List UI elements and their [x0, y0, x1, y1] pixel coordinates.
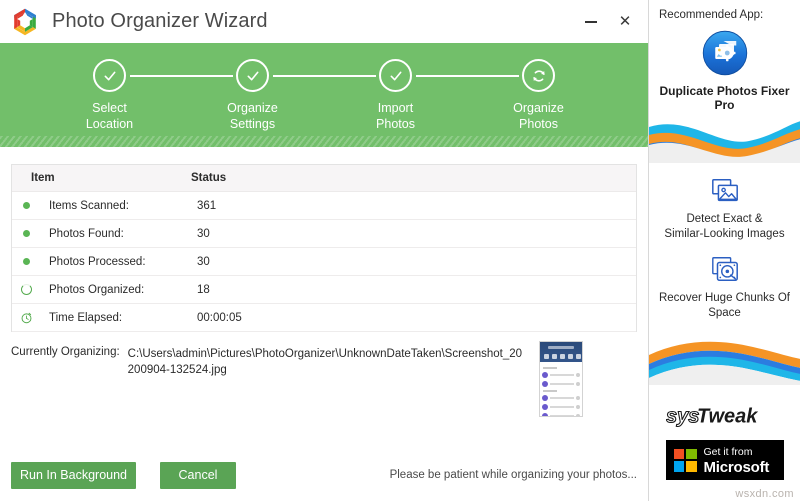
- step-1-label: Select Location: [85, 101, 134, 131]
- window-controls: ✕: [576, 0, 640, 43]
- svg-text:sys: sys: [666, 406, 699, 428]
- row-status-value: 18: [197, 283, 210, 296]
- badge-line-2: Microsoft: [703, 459, 770, 476]
- close-button[interactable]: ✕: [610, 8, 640, 36]
- badge-line-1: Get it from: [703, 446, 753, 459]
- green-dot-icon: [17, 230, 36, 237]
- table-header-row: Item Status: [12, 165, 636, 192]
- sidebar-heading: Recommended App:: [659, 9, 764, 21]
- check-icon: [104, 71, 115, 80]
- step-2-label: Organize Settings: [227, 101, 278, 131]
- status-table: Item Status Items Scanned: 361 Photos Fo…: [11, 164, 637, 332]
- footer-bar: Run In Background Cancel Please be patie…: [0, 449, 648, 501]
- step-4-label: Organize Photos: [513, 101, 564, 131]
- run-in-background-button[interactable]: Run In Background: [11, 461, 136, 489]
- duplicate-photos-fixer-icon[interactable]: [701, 29, 749, 77]
- svg-text:Tweak: Tweak: [697, 406, 758, 428]
- row-status-value: 361: [197, 199, 217, 212]
- step-organize-photos[interactable]: Organize Photos: [467, 43, 610, 147]
- table-row: Time Elapsed: 00:00:05: [12, 304, 636, 332]
- row-status-value: 30: [197, 227, 210, 240]
- thumbnail-app-header: [540, 342, 582, 362]
- images-stack-icon: [710, 175, 740, 205]
- cancel-button[interactable]: Cancel: [160, 461, 236, 489]
- photo-organizer-main-window: Photo Organizer Wizard ✕ Select Location…: [0, 0, 648, 501]
- feature-detect-images-label: Detect Exact & Similar-Looking Images: [664, 213, 785, 240]
- row-status-value: 30: [197, 255, 210, 268]
- row-item-label: Items Scanned:: [49, 199, 129, 212]
- step-3-circle: [379, 59, 412, 92]
- get-it-from-microsoft-badge[interactable]: Get it from Microsoft: [665, 440, 784, 480]
- step-import-photos[interactable]: Import Photos: [324, 43, 519, 147]
- green-dot-icon: [17, 202, 36, 209]
- row-item-label: Photos Found:: [49, 227, 124, 240]
- feature-detect-images: Detect Exact & Similar-Looking Images: [649, 175, 800, 242]
- application-window: Photo Organizer Wizard ✕ Select Location…: [0, 0, 800, 501]
- systweak-hexagon-logo-icon: [10, 7, 40, 37]
- window-title: Photo Organizer Wizard: [52, 10, 268, 32]
- step-organize-settings[interactable]: Organize Settings: [181, 43, 376, 147]
- feature-recover-space-label: Recover Huge Chunks Of Space: [658, 292, 791, 319]
- hard-drive-icon: [710, 254, 740, 284]
- column-header-item: Item: [31, 172, 55, 184]
- recommended-app-name: Duplicate Photos Fixer Pro: [659, 84, 790, 112]
- currently-organizing-label: Currently Organizing:: [11, 346, 120, 358]
- minimize-icon: [585, 20, 597, 23]
- green-dot-icon: [17, 258, 36, 265]
- check-icon: [247, 71, 258, 80]
- title-bar: Photo Organizer Wizard ✕: [0, 0, 648, 43]
- currently-organizing-section: Currently Organizing: C:\Users\admin\Pic…: [11, 341, 637, 417]
- row-item-label: Photos Organized:: [49, 283, 145, 296]
- microsoft-logo-icon: [673, 448, 697, 472]
- step-2-circle: [236, 59, 269, 92]
- image-watermark: wsxdn.com: [735, 488, 794, 500]
- step-3-label: Import Photos: [376, 101, 415, 131]
- thumbnail-body: [540, 362, 582, 416]
- step-select-location[interactable]: Select Location: [38, 43, 233, 147]
- main-content: Item Status Items Scanned: 361 Photos Fo…: [0, 147, 648, 501]
- wizard-stepper: Select Location Organize Settings Import…: [0, 43, 648, 147]
- step-1-circle: [93, 59, 126, 92]
- row-status-value: 00:00:05: [197, 311, 242, 324]
- stepper-stripe-band: [0, 136, 648, 147]
- table-row: Photos Organized: 18: [12, 276, 636, 304]
- recommended-app-sidebar: Recommended App: Duplicate Photos Fixer …: [648, 0, 800, 501]
- systweak-brand-logo: sys Tweak: [649, 403, 800, 429]
- feature-recover-space: Recover Huge Chunks Of Space: [649, 254, 800, 321]
- current-photo-thumbnail: [539, 341, 583, 417]
- currently-organizing-path: C:\Users\admin\Pictures\PhotoOrganizer\U…: [127, 348, 523, 376]
- footer-status-note: Please be patient while organizing your …: [389, 469, 637, 481]
- table-row: Items Scanned: 361: [12, 192, 636, 220]
- stopwatch-icon: [17, 311, 36, 324]
- table-row: Photos Found: 30: [12, 220, 636, 248]
- table-row: Photos Processed: 30: [12, 248, 636, 276]
- minimize-button[interactable]: [576, 8, 606, 36]
- row-item-label: Time Elapsed:: [49, 311, 123, 324]
- step-4-circle: [522, 59, 555, 92]
- spinner-ring-icon: [17, 284, 36, 295]
- decorative-wave-top: [649, 121, 800, 163]
- column-header-status: Status: [191, 172, 227, 184]
- row-item-label: Photos Processed:: [49, 255, 146, 268]
- check-icon: [390, 71, 401, 80]
- decorative-wave-bottom: [649, 337, 800, 385]
- refresh-icon: [532, 69, 545, 82]
